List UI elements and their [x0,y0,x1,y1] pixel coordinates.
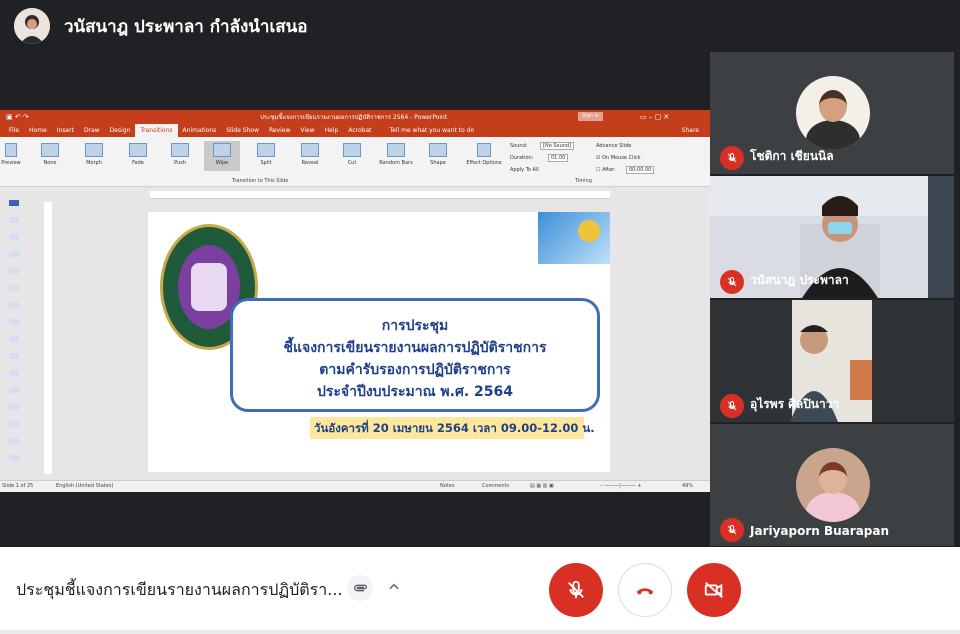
participant-panel: โชติกา เชียนนิล วนัสนาฎ ประพาลา อุไรพร ศ… [710,52,960,547]
mic-off-icon [720,146,744,170]
shared-screen: ▣ ↶ ↷ ประชุมชี้แจงการเขียนรายงานผลการปฏิ… [0,110,710,492]
notes-button[interactable]: Notes [440,481,454,492]
participant-name: Jariyaporn Buarapan [750,524,890,538]
transition-group-label: Transition to This Slide [232,178,289,184]
leave-call-button[interactable] [618,563,672,617]
tab-draw[interactable]: Draw [79,124,105,137]
tab-slide-show[interactable]: Slide Show [221,124,264,137]
slide-count: Slide 1 of 25 [2,483,34,489]
hang-up-icon [636,588,654,595]
participant-tile[interactable]: อุไรพร ศิลปินาวา [710,300,954,422]
camera-off-icon [704,581,723,599]
participant-name: วนัสนาฎ ประพาลา [750,273,849,287]
effect-reveal[interactable]: Reveal [292,143,328,166]
slide-title-box: การประชุม ชี้แจงการเขียนรายงานผลการปฏิบั… [230,298,600,412]
tab-animations[interactable]: Animations [178,124,222,137]
mic-off-icon [568,580,584,599]
zoom-slider[interactable]: – ———|——— + [600,481,642,492]
effect-morph[interactable]: Morph [76,143,112,166]
effect-shape[interactable]: Shape [420,143,456,166]
tab-insert[interactable]: Insert [52,124,79,137]
after-input[interactable]: 00:00.00 [626,166,655,174]
comments-button[interactable]: Comments [482,481,509,492]
tab-design[interactable]: Design [105,124,136,137]
on-mouse-click-checkbox[interactable]: ☑ On Mouse Click [596,155,641,161]
presenter-avatar [14,8,50,44]
slide-date: วันอังคารที่ 20 เมษายน 2564 เวลา 09.00-1… [310,417,595,439]
participant-tile[interactable]: โชติกา เชียนนิล [710,52,954,174]
effect-wipe[interactable]: Wipe [204,141,240,171]
participant-name: อุไรพร ศิลปินาวา [750,397,840,411]
ppt-statusbar: Slide 1 of 25 English (United States) No… [0,480,710,492]
ppt-tab-row: File Home Insert Draw Design Transitions… [0,123,710,137]
participant-tile[interactable]: Jariyaporn Buarapan [710,424,954,546]
slide-line-3: ตามคำรับรองการปฏิบัติราชการ [319,362,511,378]
tab-acrobat[interactable]: Acrobat [343,124,376,137]
window-controls-icon[interactable]: ▭ – ▢ ✕ [640,113,669,121]
sound-select[interactable]: [No Sound] [540,142,575,150]
tab-transitions[interactable]: Transitions [135,124,178,137]
attachment-icon[interactable] [347,575,373,601]
slide-line-2: ชี้แจงการเขียนรายงานผลการปฏิบัติราชการ [283,340,547,356]
vertical-ruler [44,202,52,474]
ribbon: Preview None Morph Fade Push Wipe Split … [0,137,710,187]
participant-avatar [796,448,870,522]
timing-group-label: Timing [575,178,592,184]
tab-review[interactable]: Review [264,124,295,137]
tab-view[interactable]: View [295,124,319,137]
chevron-up-icon[interactable] [385,578,403,596]
tab-help[interactable]: Help [320,124,344,137]
language-status[interactable]: English (United States) [56,481,113,492]
participant-tile[interactable]: วนัสนาฎ ประพาลา [710,176,954,298]
mic-off-icon [720,270,744,294]
banner-graphic [538,212,610,264]
zoom-level[interactable]: 49% [682,481,693,492]
effect-options-button[interactable]: Effect Options [466,143,502,166]
after-checkbox[interactable]: ☐ After: [596,167,616,173]
apply-to-all-button[interactable]: Apply To All [510,167,539,173]
tell-me-search[interactable]: Tell me what you want to do [385,124,480,137]
effect-cut[interactable]: Cut [334,143,370,166]
slide-thumbnails[interactable] [0,190,30,480]
slide-line-4: ประจำปีงบประมาณ พ.ศ. 2564 [316,384,514,400]
slide-line-1: การประชุม [381,318,449,334]
meeting-title[interactable]: ประชุมชี้แจงการเขียนรายงานผลการปฏิบัติรา… [16,578,343,603]
participant-name: โชติกา เชียนนิล [750,149,834,163]
ppt-titlebar: ▣ ↶ ↷ ประชุมชี้แจงการเขียนรายงานผลการปฏิ… [0,110,710,123]
effect-none[interactable]: None [32,143,68,166]
mic-off-icon [720,394,744,418]
presenter-label: วนัสนาฎ ประพาลา กำลังนำเสนอ [64,16,308,37]
save-icon[interactable]: ▣ ↶ ↷ [6,113,29,121]
ppt-window-title: ประชุมชี้แจงการเขียนรายงานผลการปฏิบัติรา… [260,113,448,121]
presenter-bar: วนัสนาฎ ประพาลา กำลังนำเสนอ [0,0,960,52]
effect-split[interactable]: Split [248,143,284,166]
meeting-controls-bar: ประชุมชี้แจงการเขียนรายงานผลการปฏิบัติรา… [0,547,960,634]
camera-toggle-button[interactable] [687,563,741,617]
slide-canvas[interactable]: การประชุม ชี้แจงการเขียนรายงานผลการปฏิบั… [148,212,610,472]
advance-slide-label: Advance Slide [596,143,632,149]
horizontal-ruler [150,191,610,199]
mic-off-icon [720,518,744,542]
microphone-toggle-button[interactable] [549,563,603,617]
effect-push[interactable]: Push [162,143,198,166]
share-button[interactable]: Share [677,124,704,137]
tab-home[interactable]: Home [24,124,52,137]
effect-random-bars[interactable]: Random Bars [376,143,416,166]
sound-label: Sound: [510,143,528,149]
preview-button[interactable]: Preview [0,143,22,166]
view-buttons-icon[interactable]: ▤ ▦ ▥ ▣ [530,481,554,492]
participant-avatar [796,76,870,150]
tab-file[interactable]: File [4,124,24,137]
duration-input[interactable]: 01.00 [548,154,569,162]
duration-label: Duration: [510,155,534,161]
sign-in-button[interactable]: Sign in [578,112,604,121]
bottom-divider [0,630,960,634]
effect-fade[interactable]: Fade [120,143,156,166]
